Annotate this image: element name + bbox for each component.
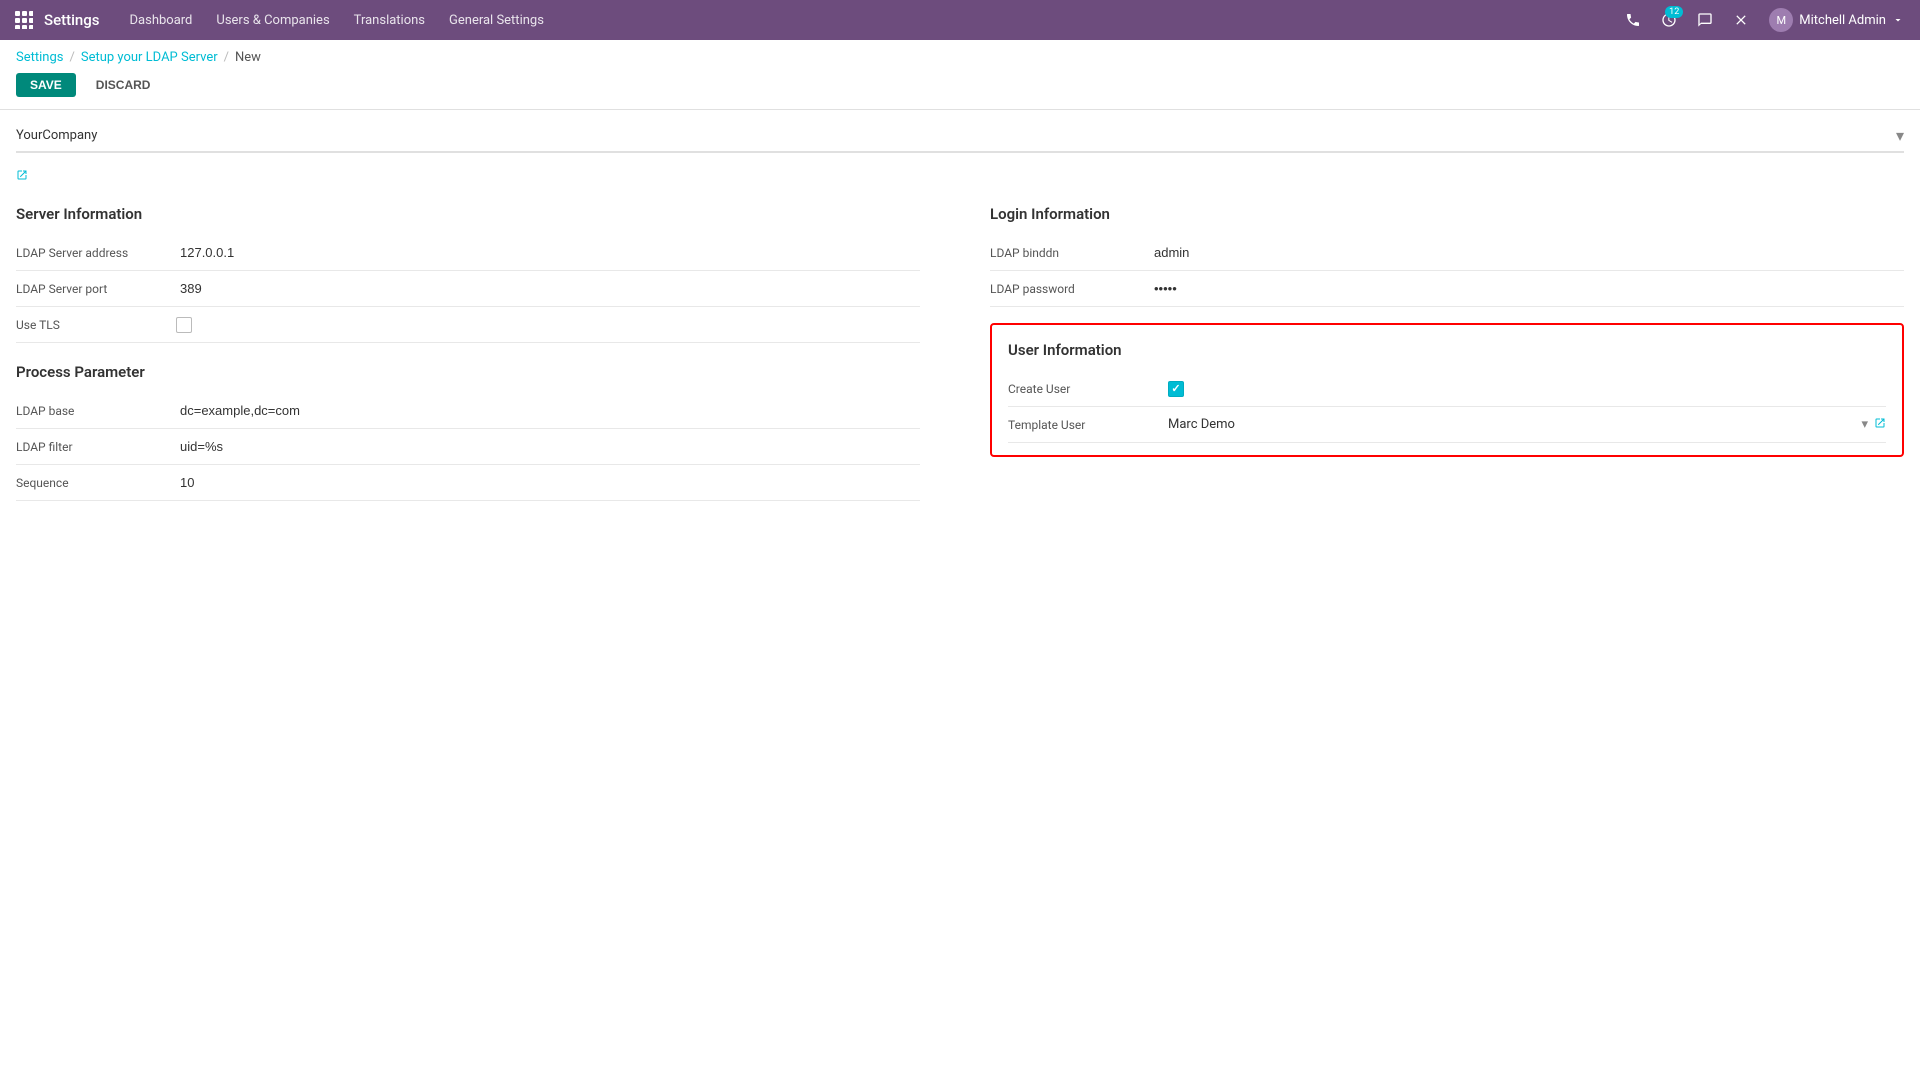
avatar: M bbox=[1769, 8, 1793, 32]
user-name: Mitchell Admin bbox=[1799, 13, 1886, 28]
process-param-title: Process Parameter bbox=[16, 363, 920, 381]
template-user-external-link[interactable] bbox=[1874, 417, 1886, 432]
ldap-server-address-label: LDAP Server address bbox=[16, 246, 176, 260]
ldap-server-port-label: LDAP Server port bbox=[16, 282, 176, 296]
breadcrumb-sep-2: / bbox=[224, 50, 229, 65]
ldap-server-port-row: LDAP Server port bbox=[16, 271, 920, 307]
sequence-row: Sequence bbox=[16, 465, 920, 501]
left-column: Server Information LDAP Server address L… bbox=[16, 201, 940, 501]
sequence-input[interactable] bbox=[176, 473, 920, 492]
ldap-binddn-row: LDAP binddn bbox=[990, 235, 1904, 271]
create-user-row: Create User bbox=[1008, 371, 1886, 407]
ldap-binddn-label: LDAP binddn bbox=[990, 246, 1150, 260]
use-tls-checkbox[interactable] bbox=[176, 317, 192, 333]
nav-users-companies[interactable]: Users & Companies bbox=[206, 7, 339, 34]
create-user-label: Create User bbox=[1008, 382, 1168, 396]
breadcrumb-sep-1: / bbox=[69, 50, 74, 65]
chat-icon[interactable] bbox=[1689, 4, 1721, 36]
user-info-section: User Information Create User Template Us… bbox=[990, 323, 1904, 457]
nav-dashboard[interactable]: Dashboard bbox=[120, 7, 203, 34]
template-user-row: Template User Marc Demo ▾ bbox=[1008, 407, 1886, 443]
navbar-right: 12 M Mitchell Admin bbox=[1617, 4, 1912, 36]
ldap-filter-row: LDAP filter bbox=[16, 429, 920, 465]
ldap-base-row: LDAP base bbox=[16, 393, 920, 429]
action-buttons: SAVE DISCARD bbox=[16, 73, 1904, 105]
main-content: YourCompany ▾ Server Information LDAP Se… bbox=[0, 110, 1920, 1090]
save-button[interactable]: SAVE bbox=[16, 73, 76, 97]
login-info-title: Login Information bbox=[990, 205, 1904, 223]
nav-translations[interactable]: Translations bbox=[344, 7, 435, 34]
company-dropdown-arrow: ▾ bbox=[1896, 126, 1904, 145]
breadcrumb: Settings / Setup your LDAP Server / New bbox=[16, 50, 1904, 65]
create-user-checkbox[interactable] bbox=[1168, 381, 1184, 397]
company-selector[interactable]: YourCompany ▾ bbox=[16, 126, 1904, 153]
ldap-filter-input[interactable] bbox=[176, 437, 920, 456]
template-user-value: Marc Demo bbox=[1168, 417, 1235, 432]
discard-button[interactable]: DISCARD bbox=[82, 73, 165, 97]
breadcrumb-settings[interactable]: Settings bbox=[16, 50, 63, 65]
template-user-dropdown[interactable]: Marc Demo ▾ bbox=[1168, 417, 1886, 432]
company-name: YourCompany bbox=[16, 128, 97, 143]
app-title: Settings bbox=[44, 11, 100, 29]
template-user-actions: ▾ bbox=[1861, 417, 1886, 432]
ldap-filter-label: LDAP filter bbox=[16, 440, 176, 454]
ldap-password-input[interactable] bbox=[1150, 279, 1904, 298]
process-param-section: Process Parameter LDAP base LDAP filter … bbox=[16, 363, 920, 501]
breadcrumb-new: New bbox=[235, 50, 261, 65]
server-info-title: Server Information bbox=[16, 205, 920, 223]
ldap-password-row: LDAP password bbox=[990, 271, 1904, 307]
right-column: Login Information LDAP binddn LDAP passw… bbox=[980, 201, 1904, 501]
breadcrumb-ldap[interactable]: Setup your LDAP Server bbox=[81, 50, 218, 65]
nav-menu: Dashboard Users & Companies Translations… bbox=[120, 7, 1618, 34]
template-user-arrow: ▾ bbox=[1861, 417, 1868, 432]
nav-general-settings[interactable]: General Settings bbox=[439, 7, 554, 34]
template-user-label: Template User bbox=[1008, 418, 1168, 432]
ldap-server-address-input[interactable] bbox=[176, 243, 920, 262]
user-menu[interactable]: M Mitchell Admin bbox=[1761, 4, 1912, 36]
apps-menu-icon[interactable] bbox=[8, 4, 40, 36]
clock-icon[interactable]: 12 bbox=[1653, 4, 1685, 36]
user-info-title: User Information bbox=[1008, 341, 1886, 359]
use-tls-label: Use TLS bbox=[16, 318, 176, 332]
breadcrumb-bar: Settings / Setup your LDAP Server / New … bbox=[0, 40, 1920, 110]
phone-icon[interactable] bbox=[1617, 4, 1649, 36]
ldap-server-port-input[interactable] bbox=[176, 279, 920, 298]
ldap-password-label: LDAP password bbox=[990, 282, 1150, 296]
form-grid: Server Information LDAP Server address L… bbox=[16, 201, 1904, 501]
company-external-link[interactable] bbox=[16, 170, 28, 184]
use-tls-row: Use TLS bbox=[16, 307, 920, 343]
ldap-base-label: LDAP base bbox=[16, 404, 176, 418]
notification-badge: 12 bbox=[1665, 6, 1683, 18]
ldap-binddn-input[interactable] bbox=[1150, 243, 1904, 262]
ldap-server-address-row: LDAP Server address bbox=[16, 235, 920, 271]
sequence-label: Sequence bbox=[16, 476, 176, 490]
ldap-base-input[interactable] bbox=[176, 401, 920, 420]
navbar: Settings Dashboard Users & Companies Tra… bbox=[0, 0, 1920, 40]
close-icon[interactable] bbox=[1725, 4, 1757, 36]
chevron-down-icon bbox=[1892, 14, 1904, 26]
